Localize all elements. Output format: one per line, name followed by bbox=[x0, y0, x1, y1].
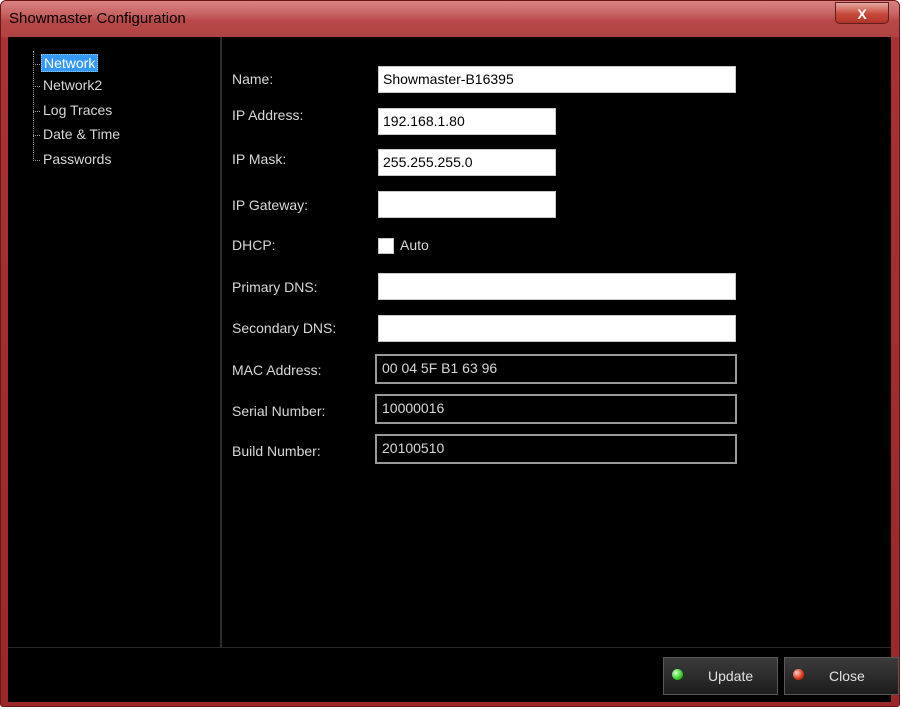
tree-item-passwords[interactable]: Passwords bbox=[33, 151, 113, 169]
name-field[interactable]: Showmaster-B16395 bbox=[378, 66, 736, 93]
settings-tree: Network Network2 Log Traces Date & Time … bbox=[8, 37, 222, 647]
green-status-icon bbox=[672, 669, 683, 680]
tree-item-date-time[interactable]: Date & Time bbox=[33, 126, 122, 144]
secondary-dns-label: Secondary DNS: bbox=[232, 320, 337, 336]
dhcp-label: DHCP: bbox=[232, 237, 276, 253]
tree-branch-line bbox=[33, 159, 40, 161]
serial-number-label: Serial Number: bbox=[232, 403, 326, 419]
button-bar: Update Close bbox=[8, 647, 899, 702]
serial-number-value: 10000016 bbox=[375, 394, 737, 424]
name-label: Name: bbox=[232, 71, 274, 87]
secondary-dns-field[interactable] bbox=[378, 315, 736, 342]
tree-item-label: Passwords bbox=[43, 151, 112, 167]
ip-address-label: IP Address: bbox=[232, 107, 304, 123]
dhcp-auto-label[interactable]: Auto bbox=[400, 237, 429, 253]
tree-item-network[interactable]: Network bbox=[33, 54, 99, 73]
dhcp-auto-checkbox[interactable] bbox=[378, 238, 394, 254]
mac-address-label: MAC Address: bbox=[232, 362, 322, 378]
build-number-value: 20100510 bbox=[375, 434, 737, 464]
client-area: Network Network2 Log Traces Date & Time … bbox=[8, 37, 899, 702]
tree-item-label: Date & Time bbox=[43, 126, 121, 142]
tree-item-label: Log Traces bbox=[43, 102, 113, 118]
mac-address-value: 00 04 5F B1 63 96 bbox=[375, 354, 737, 384]
title-bar[interactable]: Showmaster Configuration X bbox=[1, 1, 899, 37]
tree-item-network2[interactable]: Network2 bbox=[33, 77, 104, 95]
tree-item-label: Network2 bbox=[43, 77, 103, 93]
primary-dns-label: Primary DNS: bbox=[232, 279, 318, 295]
update-button-label: Update bbox=[708, 668, 754, 684]
primary-dns-field[interactable] bbox=[378, 273, 736, 300]
close-button[interactable]: Close bbox=[784, 657, 899, 695]
build-number-label: Build Number: bbox=[232, 443, 321, 459]
close-button-label: Close bbox=[829, 668, 865, 684]
update-button[interactable]: Update bbox=[663, 657, 778, 695]
tree-branch-line bbox=[33, 134, 40, 136]
config-window: Showmaster Configuration X Network Netwo… bbox=[0, 0, 900, 707]
window-title: Showmaster Configuration bbox=[9, 10, 186, 27]
tree-branch-line bbox=[33, 63, 40, 65]
tree-branch-line bbox=[33, 110, 40, 112]
ip-gateway-field[interactable] bbox=[378, 191, 556, 218]
tree-branch-line bbox=[33, 85, 40, 87]
window-close-button[interactable]: X bbox=[835, 2, 889, 24]
red-status-icon bbox=[793, 669, 804, 680]
tree-item-label: Network bbox=[41, 54, 99, 72]
ip-mask-label: IP Mask: bbox=[232, 151, 287, 167]
ip-mask-field[interactable]: 255.255.255.0 bbox=[378, 149, 556, 176]
ip-gateway-label: IP Gateway: bbox=[232, 197, 309, 213]
tree-item-log-traces[interactable]: Log Traces bbox=[33, 102, 114, 120]
close-icon: X bbox=[857, 6, 867, 22]
ip-address-field[interactable]: 192.168.1.80 bbox=[378, 108, 556, 135]
